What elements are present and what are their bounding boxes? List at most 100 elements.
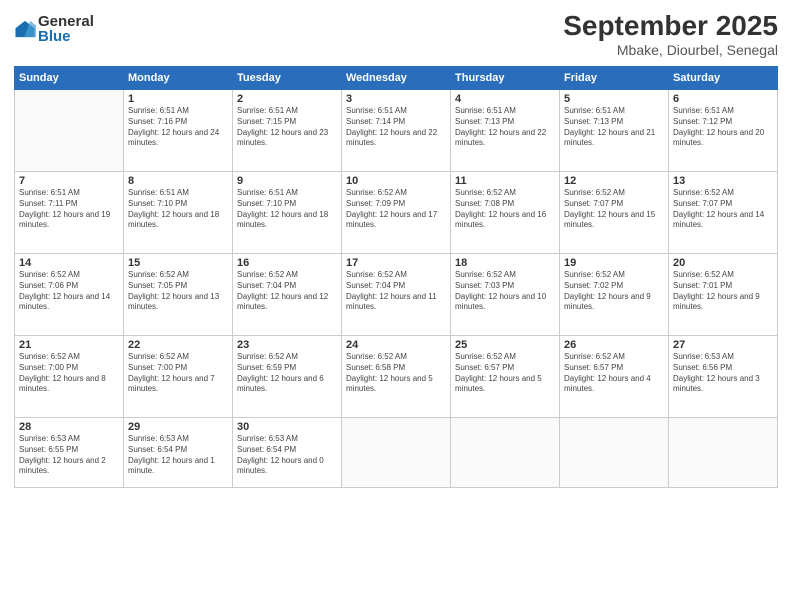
day-number: 27	[673, 339, 773, 351]
day-number: 16	[237, 257, 337, 269]
calendar-row: 21Sunrise: 6:52 AM Sunset: 7:00 PM Dayli…	[15, 336, 778, 418]
col-tuesday: Tuesday	[233, 67, 342, 90]
calendar-cell: 9Sunrise: 6:51 AM Sunset: 7:10 PM Daylig…	[233, 172, 342, 254]
day-info: Sunrise: 6:52 AM Sunset: 7:00 PM Dayligh…	[19, 352, 119, 395]
calendar-cell: 5Sunrise: 6:51 AM Sunset: 7:13 PM Daylig…	[560, 90, 669, 172]
day-number: 30	[237, 421, 337, 433]
day-number: 12	[564, 175, 664, 187]
day-info: Sunrise: 6:53 AM Sunset: 6:56 PM Dayligh…	[673, 352, 773, 395]
day-info: Sunrise: 6:51 AM Sunset: 7:10 PM Dayligh…	[237, 188, 337, 231]
calendar-cell: 14Sunrise: 6:52 AM Sunset: 7:06 PM Dayli…	[15, 254, 124, 336]
day-info: Sunrise: 6:52 AM Sunset: 7:04 PM Dayligh…	[237, 270, 337, 313]
day-info: Sunrise: 6:51 AM Sunset: 7:12 PM Dayligh…	[673, 106, 773, 149]
col-saturday: Saturday	[669, 67, 778, 90]
day-info: Sunrise: 6:51 AM Sunset: 7:13 PM Dayligh…	[564, 106, 664, 149]
calendar-cell: 3Sunrise: 6:51 AM Sunset: 7:14 PM Daylig…	[342, 90, 451, 172]
day-info: Sunrise: 6:52 AM Sunset: 6:57 PM Dayligh…	[564, 352, 664, 395]
day-info: Sunrise: 6:52 AM Sunset: 7:02 PM Dayligh…	[564, 270, 664, 313]
calendar-table: Sunday Monday Tuesday Wednesday Thursday…	[14, 66, 778, 488]
day-number: 15	[128, 257, 228, 269]
col-sunday: Sunday	[15, 67, 124, 90]
calendar-cell: 11Sunrise: 6:52 AM Sunset: 7:08 PM Dayli…	[451, 172, 560, 254]
calendar-cell	[669, 418, 778, 488]
day-number: 6	[673, 93, 773, 105]
day-number: 23	[237, 339, 337, 351]
day-number: 22	[128, 339, 228, 351]
day-info: Sunrise: 6:52 AM Sunset: 7:01 PM Dayligh…	[673, 270, 773, 313]
calendar-cell	[15, 90, 124, 172]
day-number: 5	[564, 93, 664, 105]
logo-general-text: General	[38, 14, 94, 29]
day-number: 11	[455, 175, 555, 187]
day-number: 17	[346, 257, 446, 269]
day-number: 4	[455, 93, 555, 105]
col-monday: Monday	[124, 67, 233, 90]
day-info: Sunrise: 6:52 AM Sunset: 6:58 PM Dayligh…	[346, 352, 446, 395]
day-info: Sunrise: 6:51 AM Sunset: 7:10 PM Dayligh…	[128, 188, 228, 231]
logo-blue-text: Blue	[38, 29, 94, 44]
day-info: Sunrise: 6:52 AM Sunset: 7:06 PM Dayligh…	[19, 270, 119, 313]
day-number: 29	[128, 421, 228, 433]
day-info: Sunrise: 6:52 AM Sunset: 6:59 PM Dayligh…	[237, 352, 337, 395]
calendar-cell: 23Sunrise: 6:52 AM Sunset: 6:59 PM Dayli…	[233, 336, 342, 418]
day-info: Sunrise: 6:52 AM Sunset: 7:04 PM Dayligh…	[346, 270, 446, 313]
day-number: 7	[19, 175, 119, 187]
calendar-subtitle: Mbake, Diourbel, Senegal	[563, 42, 778, 58]
day-number: 20	[673, 257, 773, 269]
day-info: Sunrise: 6:52 AM Sunset: 7:03 PM Dayligh…	[455, 270, 555, 313]
day-info: Sunrise: 6:53 AM Sunset: 6:55 PM Dayligh…	[19, 434, 119, 477]
calendar-cell: 12Sunrise: 6:52 AM Sunset: 7:07 PM Dayli…	[560, 172, 669, 254]
day-info: Sunrise: 6:52 AM Sunset: 6:57 PM Dayligh…	[455, 352, 555, 395]
day-number: 14	[19, 257, 119, 269]
calendar-cell: 29Sunrise: 6:53 AM Sunset: 6:54 PM Dayli…	[124, 418, 233, 488]
calendar-cell: 16Sunrise: 6:52 AM Sunset: 7:04 PM Dayli…	[233, 254, 342, 336]
calendar-row: 1Sunrise: 6:51 AM Sunset: 7:16 PM Daylig…	[15, 90, 778, 172]
calendar-cell	[342, 418, 451, 488]
calendar-cell: 13Sunrise: 6:52 AM Sunset: 7:07 PM Dayli…	[669, 172, 778, 254]
day-number: 28	[19, 421, 119, 433]
calendar-cell: 21Sunrise: 6:52 AM Sunset: 7:00 PM Dayli…	[15, 336, 124, 418]
day-info: Sunrise: 6:53 AM Sunset: 6:54 PM Dayligh…	[128, 434, 228, 477]
day-number: 13	[673, 175, 773, 187]
logo: General Blue	[14, 14, 94, 44]
title-block: September 2025 Mbake, Diourbel, Senegal	[563, 10, 778, 58]
calendar-cell: 7Sunrise: 6:51 AM Sunset: 7:11 PM Daylig…	[15, 172, 124, 254]
col-wednesday: Wednesday	[342, 67, 451, 90]
calendar-cell: 22Sunrise: 6:52 AM Sunset: 7:00 PM Dayli…	[124, 336, 233, 418]
day-info: Sunrise: 6:51 AM Sunset: 7:14 PM Dayligh…	[346, 106, 446, 149]
logo-text: General Blue	[38, 14, 94, 44]
day-number: 19	[564, 257, 664, 269]
header: General Blue September 2025 Mbake, Diour…	[14, 10, 778, 58]
calendar-cell	[451, 418, 560, 488]
day-number: 8	[128, 175, 228, 187]
calendar-cell: 26Sunrise: 6:52 AM Sunset: 6:57 PM Dayli…	[560, 336, 669, 418]
day-info: Sunrise: 6:51 AM Sunset: 7:15 PM Dayligh…	[237, 106, 337, 149]
calendar-cell: 8Sunrise: 6:51 AM Sunset: 7:10 PM Daylig…	[124, 172, 233, 254]
calendar-cell: 28Sunrise: 6:53 AM Sunset: 6:55 PM Dayli…	[15, 418, 124, 488]
day-info: Sunrise: 6:52 AM Sunset: 7:08 PM Dayligh…	[455, 188, 555, 231]
day-info: Sunrise: 6:52 AM Sunset: 7:00 PM Dayligh…	[128, 352, 228, 395]
calendar-cell: 1Sunrise: 6:51 AM Sunset: 7:16 PM Daylig…	[124, 90, 233, 172]
header-row: Sunday Monday Tuesday Wednesday Thursday…	[15, 67, 778, 90]
day-info: Sunrise: 6:52 AM Sunset: 7:07 PM Dayligh…	[564, 188, 664, 231]
col-thursday: Thursday	[451, 67, 560, 90]
day-info: Sunrise: 6:52 AM Sunset: 7:09 PM Dayligh…	[346, 188, 446, 231]
day-info: Sunrise: 6:51 AM Sunset: 7:13 PM Dayligh…	[455, 106, 555, 149]
calendar-cell: 27Sunrise: 6:53 AM Sunset: 6:56 PM Dayli…	[669, 336, 778, 418]
day-number: 1	[128, 93, 228, 105]
day-number: 9	[237, 175, 337, 187]
calendar-title: September 2025	[563, 10, 778, 42]
day-info: Sunrise: 6:51 AM Sunset: 7:16 PM Dayligh…	[128, 106, 228, 149]
calendar-cell: 2Sunrise: 6:51 AM Sunset: 7:15 PM Daylig…	[233, 90, 342, 172]
day-info: Sunrise: 6:52 AM Sunset: 7:05 PM Dayligh…	[128, 270, 228, 313]
day-info: Sunrise: 6:51 AM Sunset: 7:11 PM Dayligh…	[19, 188, 119, 231]
calendar-row: 14Sunrise: 6:52 AM Sunset: 7:06 PM Dayli…	[15, 254, 778, 336]
calendar-cell: 4Sunrise: 6:51 AM Sunset: 7:13 PM Daylig…	[451, 90, 560, 172]
calendar-row: 28Sunrise: 6:53 AM Sunset: 6:55 PM Dayli…	[15, 418, 778, 488]
calendar-row: 7Sunrise: 6:51 AM Sunset: 7:11 PM Daylig…	[15, 172, 778, 254]
day-number: 10	[346, 175, 446, 187]
day-number: 3	[346, 93, 446, 105]
calendar-cell: 20Sunrise: 6:52 AM Sunset: 7:01 PM Dayli…	[669, 254, 778, 336]
calendar-cell: 24Sunrise: 6:52 AM Sunset: 6:58 PM Dayli…	[342, 336, 451, 418]
calendar-page: General Blue September 2025 Mbake, Diour…	[0, 0, 792, 612]
